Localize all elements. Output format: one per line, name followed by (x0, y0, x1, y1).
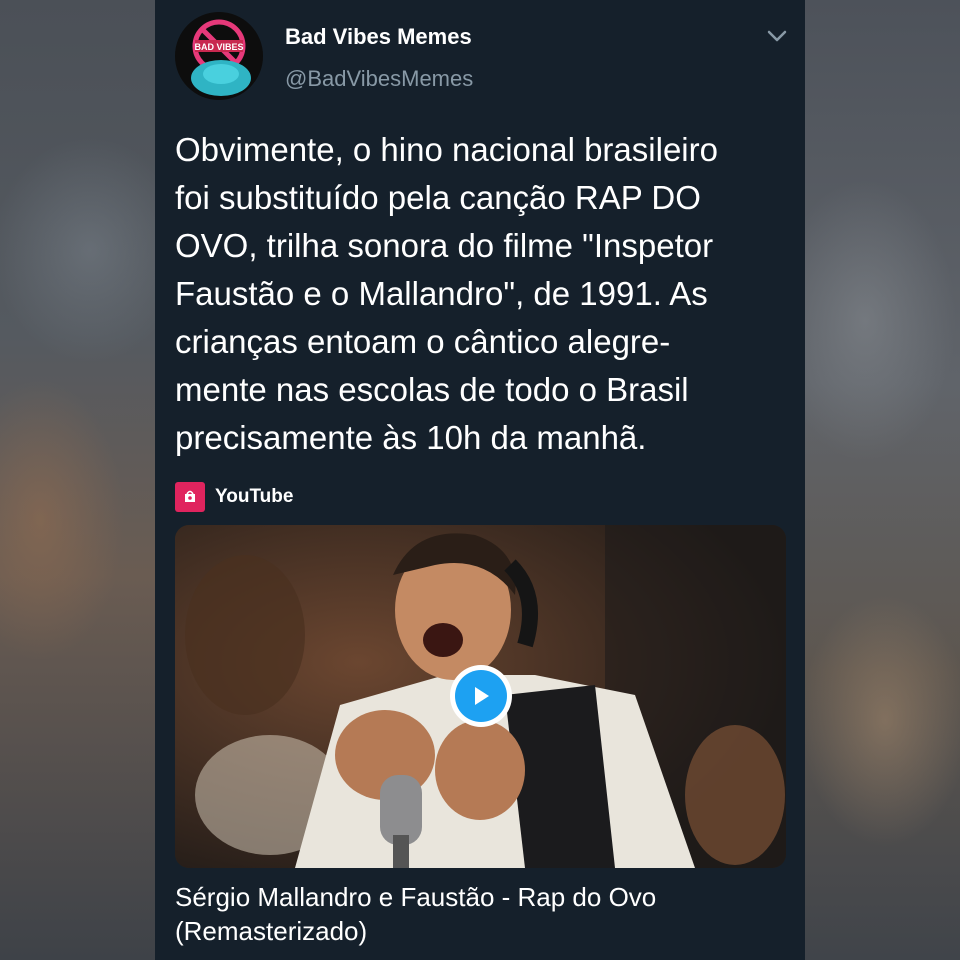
chevron-down-icon[interactable] (765, 26, 789, 46)
source-name: YouTube (215, 486, 294, 507)
avatar[interactable]: BAD VIBES (175, 12, 263, 100)
link-source[interactable]: YouTube (175, 482, 293, 512)
display-name[interactable]: Bad Vibes Memes (285, 24, 472, 50)
tweet-text: Obvimente, o hino nacional brasileiro fo… (175, 131, 718, 456)
youtube-icon (175, 482, 205, 512)
play-icon (455, 670, 507, 722)
link-card-title[interactable]: Sérgio Mallandro e Faustão - Rap do Ovo … (175, 880, 790, 948)
user-handle[interactable]: @BadVibesMemes (285, 66, 473, 92)
blurred-background-left (0, 0, 155, 960)
blurred-background-right (805, 0, 960, 960)
avatar-badge-text: BAD VIBES (194, 42, 243, 52)
play-button[interactable] (450, 665, 512, 727)
video-thumbnail[interactable] (175, 525, 786, 868)
tweet-card[interactable]: BAD VIBES Bad Vibes Memes @BadVibesMemes… (155, 0, 805, 960)
